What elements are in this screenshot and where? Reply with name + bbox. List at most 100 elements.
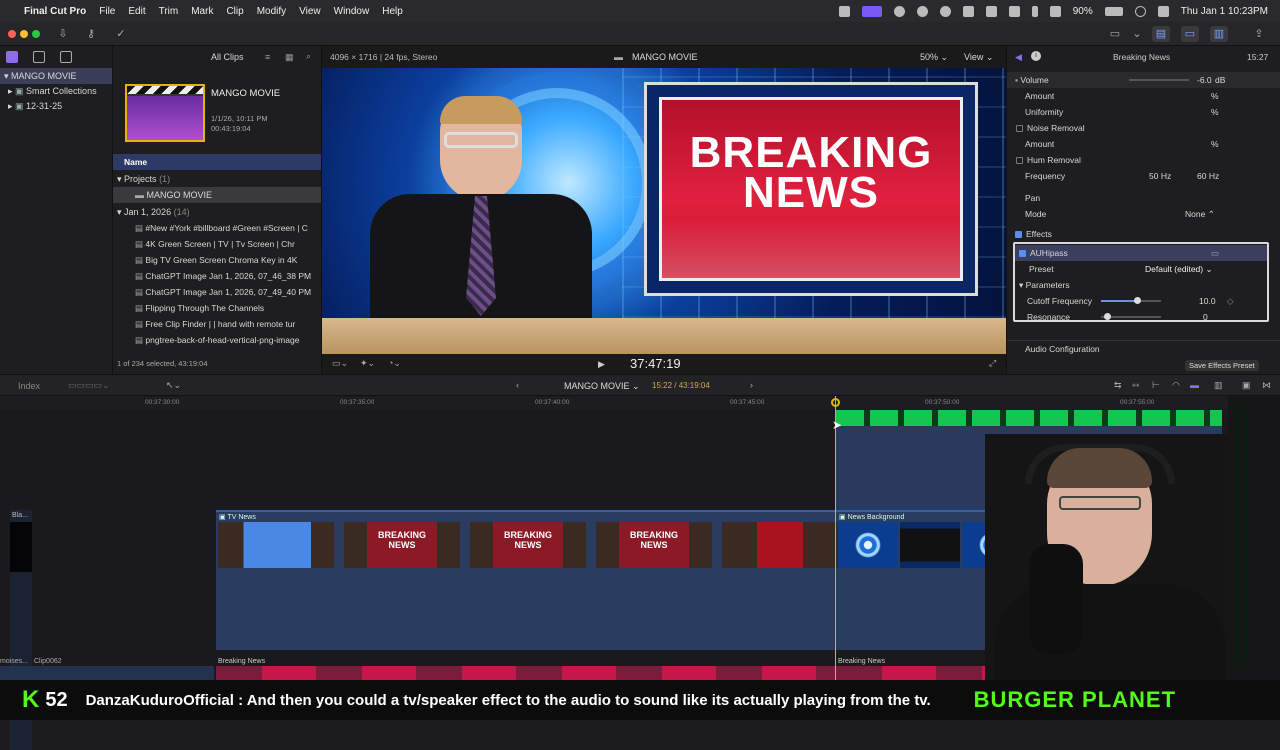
layout-icon[interactable]: ▭	[1106, 26, 1124, 42]
status-icon[interactable]	[893, 5, 905, 17]
preset-select[interactable]: Default (edited) ⌄	[1145, 261, 1213, 277]
volume-icon[interactable]	[962, 5, 974, 17]
menu-clip[interactable]: Clip	[226, 6, 243, 17]
audio-meters-icon[interactable]: ▥	[1214, 380, 1223, 391]
clip-appearance-icon[interactable]: ⇆	[1114, 380, 1122, 391]
effect-header[interactable]: AUHipass ▭	[1015, 245, 1267, 261]
battery-icon[interactable]	[1104, 6, 1123, 16]
transitions-icon[interactable]: ⋈	[1262, 380, 1271, 391]
clock[interactable]: Thu Jan 1 10:23PM	[1181, 6, 1268, 17]
menu-mark[interactable]: Mark	[191, 6, 213, 17]
screen-record-icon[interactable]	[861, 5, 882, 17]
libraries-tab-icon[interactable]	[6, 51, 18, 63]
search-icon[interactable]: ⌕	[306, 51, 311, 62]
timeline-toggle-button[interactable]: ▭	[1181, 26, 1199, 42]
photos-tab-icon[interactable]	[33, 51, 45, 63]
zoom-icon[interactable]: ⇿	[1132, 380, 1140, 391]
cutoff-slider[interactable]	[1101, 297, 1161, 304]
clip-list-item[interactable]: ▤ #New #York #billboard #Green #Screen |…	[113, 220, 321, 236]
effect-settings-icon[interactable]: ▭	[1211, 245, 1219, 261]
snapping-icon[interactable]: ⊢	[1152, 380, 1160, 391]
effect-enable-checkbox[interactable]	[1019, 250, 1026, 258]
audio-clip-breaking-news[interactable]	[216, 656, 836, 680]
headphones-icon[interactable]: ◠	[1172, 380, 1180, 391]
resonance-slider-knob[interactable]	[1104, 313, 1111, 320]
list-view-icon[interactable]: ≡	[265, 52, 270, 62]
volume-slider[interactable]	[1129, 79, 1189, 81]
background-tasks-button[interactable]: ✓	[112, 26, 130, 42]
parameters-row[interactable]: ▾ Parameters	[1015, 277, 1267, 293]
playhead[interactable]	[835, 396, 836, 680]
menu-file[interactable]: File	[99, 6, 115, 17]
clip-list-item[interactable]: ▤ ChatGPT Image Jan 1, 2026, 07_46_38 PM	[113, 268, 321, 284]
video-frame[interactable]: BREAKING NEWS	[322, 68, 1006, 354]
project-item[interactable]: ▬ MANGO MOVIE	[113, 187, 321, 203]
frequency-60hz[interactable]: 60 Hz	[1197, 168, 1219, 184]
effects-browser-icon[interactable]: ▣	[1242, 380, 1251, 391]
control-center-icon[interactable]	[1157, 5, 1169, 17]
inspector-toggle-button[interactable]: ▥	[1210, 26, 1228, 42]
view-menu[interactable]: View ⌄	[964, 52, 993, 63]
search-icon[interactable]	[1134, 5, 1146, 17]
timeline-ruler[interactable]: 00:37:30:00 00:37:35:00 00:37:40:00 00:37:4…	[0, 396, 1228, 410]
pan-mode-select[interactable]: None ⌃	[1185, 206, 1215, 222]
browser-toggle-button[interactable]: ▤	[1152, 26, 1170, 42]
wifi-icon[interactable]	[1049, 5, 1061, 17]
effects-checkbox[interactable]	[1015, 231, 1022, 239]
keywords-button[interactable]: ⚷	[82, 26, 100, 42]
cutoff-slider-knob[interactable]	[1134, 297, 1141, 304]
project-thumbnail[interactable]	[125, 84, 205, 142]
timeline-back-button[interactable]: ‹	[516, 380, 519, 390]
minimize-window-button[interactable]	[20, 30, 28, 38]
clip-list-item[interactable]: ▤ Big TV Green Screen Chroma Key in 4K	[113, 252, 321, 268]
cutoff-value[interactable]: 10.0	[1199, 293, 1216, 309]
resonance-value[interactable]: 0	[1203, 309, 1208, 325]
hum-removal-checkbox[interactable]	[1016, 157, 1023, 165]
lower-clip[interactable]	[0, 666, 214, 680]
airplay-icon[interactable]	[1008, 5, 1020, 17]
close-window-button[interactable]	[8, 30, 16, 38]
bluetooth-icon[interactable]	[1031, 5, 1038, 17]
clip-list-item[interactable]: ▤ pngtree-back-of-head-vertical-png-imag…	[113, 332, 321, 348]
clip-list-item[interactable]: ▤ Flipping Through The Channels	[113, 300, 321, 316]
playhead-handle[interactable]	[831, 398, 840, 407]
volume-value[interactable]: -6.0	[1197, 72, 1212, 88]
hum-removal-row[interactable]: Hum Removal	[1007, 152, 1280, 168]
clip-list-item[interactable]: ▤ Free Clip Finder | | hand with remote …	[113, 316, 321, 332]
fullscreen-icon[interactable]: ⤢	[989, 358, 996, 369]
info-icon[interactable]: i	[1031, 51, 1041, 61]
audio-configuration-section[interactable]: Audio Configuration	[1007, 340, 1280, 356]
status-icon[interactable]	[838, 5, 850, 17]
clip-list-item[interactable]: ▤ ChatGPT Image Jan 1, 2026, 07_49_40 PM	[113, 284, 321, 300]
clip-list-item[interactable]: ▤ 4K Green Screen | TV | Tv Screen | Chr	[113, 236, 321, 252]
save-effects-preset-button[interactable]: Save Effects Preset	[1185, 360, 1259, 371]
settings-icon[interactable]: ▦	[285, 52, 294, 63]
magic-wand-menu[interactable]: ✦⌄	[360, 358, 375, 369]
frequency-50hz[interactable]: 50 Hz	[1149, 168, 1171, 184]
share-button[interactable]: ⇪	[1250, 26, 1268, 42]
event-group[interactable]: ▾ Jan 1, 2026 (14)	[113, 204, 321, 220]
globe-icon[interactable]	[916, 5, 928, 17]
timeline-forward-button[interactable]: ›	[750, 380, 753, 390]
library-item-event[interactable]: ▸ ▣ 12-31-25	[0, 98, 112, 114]
app-menu[interactable]: Final Cut Pro	[24, 6, 86, 17]
library-item-smart-collections[interactable]: ▸ ▣ Smart Collections	[0, 83, 112, 99]
projects-group[interactable]: ▾ Projects (1)	[113, 171, 321, 187]
resonance-slider[interactable]	[1101, 313, 1161, 320]
display-icon[interactable]	[985, 5, 997, 17]
timeline-project-menu[interactable]: MANGO MOVIE ⌄	[564, 381, 640, 392]
noise-removal-checkbox[interactable]	[1016, 125, 1023, 133]
titles-tab-icon[interactable]	[60, 51, 72, 63]
menu-edit[interactable]: Edit	[128, 6, 145, 17]
menu-modify[interactable]: Modify	[257, 6, 286, 17]
menu-help[interactable]: Help	[382, 6, 403, 17]
transform-tool-menu[interactable]: ▭⌄	[332, 358, 348, 369]
play-button[interactable]: ▶	[598, 359, 605, 370]
noise-removal-row[interactable]: Noise Removal	[1007, 120, 1280, 136]
green-screen-clip[interactable]	[836, 410, 1222, 426]
edit-tools-icon[interactable]: ▭▭▭▭⌄	[68, 380, 110, 391]
skimming-icon[interactable]: ▬	[1190, 380, 1199, 390]
library-item-mango-movie[interactable]: ▾ MANGO MOVIE	[0, 68, 112, 84]
zoom-window-button[interactable]	[32, 30, 40, 38]
speed-menu[interactable]: ◔⌄	[388, 358, 401, 369]
